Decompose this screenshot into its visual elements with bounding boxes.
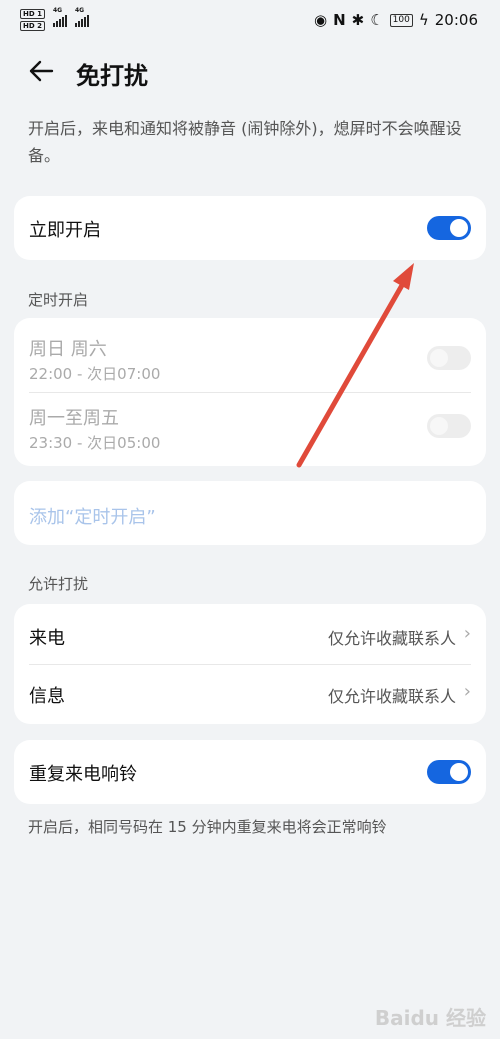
- immediate-enable-label: 立即开启: [29, 220, 101, 241]
- hd-badge-1: HD 1: [20, 9, 45, 19]
- nfc-icon: N: [333, 11, 346, 29]
- network-type-sim2: 4G: [74, 7, 85, 14]
- chevron-right-icon: ›: [463, 681, 471, 702]
- add-scheduled-button[interactable]: 添加“定时开启”: [14, 481, 486, 545]
- immediate-enable-card[interactable]: 立即开启: [14, 196, 486, 260]
- network-type-sim1: 4G: [52, 7, 63, 14]
- allow-messages-value: 仅允许收藏联系人: [327, 687, 456, 706]
- toggle-knob: [430, 417, 448, 435]
- toggle-knob: [450, 219, 468, 237]
- allow-messages-row[interactable]: 信息 仅允许收藏联系人 ›: [14, 664, 486, 724]
- back-arrow-icon[interactable]: [28, 58, 54, 84]
- moon-icon: ☾: [370, 11, 384, 29]
- hd-badge-2: HD 2: [20, 21, 45, 31]
- scheduled-time: 22:00 - 次日07:00: [29, 365, 161, 383]
- allow-calls-value: 仅允许收藏联系人: [327, 629, 456, 648]
- repeat-call-footnote: 开启后，相同号码在 15 分钟内重复来电将会正常响铃: [28, 818, 387, 836]
- scheduled-toggle-weekend[interactable]: [427, 346, 471, 370]
- scheduled-card: 周日 周六 22:00 - 次日07:00 周一至周五 23:30 - 次日05…: [14, 318, 486, 466]
- description-text: 开启后，来电和通知将被静音 (闹钟除外)，熄屏时不会唤醒设备。: [28, 119, 462, 165]
- allow-card: 来电 仅允许收藏联系人 › 信息 仅允许收藏联系人 ›: [14, 604, 486, 724]
- allow-calls-row[interactable]: 来电 仅允许收藏联系人 ›: [14, 604, 486, 664]
- hd-indicators: HD 1 HD 2: [20, 9, 45, 31]
- status-bar-left: HD 1 HD 2 4G 4G: [20, 7, 89, 31]
- allow-calls-label: 来电: [29, 628, 65, 649]
- allow-messages-label: 信息: [29, 686, 65, 707]
- scheduled-days: 周日 周六: [29, 339, 107, 360]
- battery-icon: 100: [389, 13, 413, 27]
- repeat-call-toggle[interactable]: [427, 760, 471, 784]
- status-bar: HD 1 HD 2 4G 4G ◉ N ✱ ☾ 100 ϟ 20:06: [0, 0, 500, 40]
- repeat-call-card[interactable]: 重复来电响铃: [14, 740, 486, 804]
- charging-icon: ϟ: [418, 11, 429, 29]
- scheduled-item-weekdays[interactable]: 周一至周五 23:30 - 次日05:00: [14, 392, 486, 466]
- scheduled-time: 23:30 - 次日05:00: [29, 434, 161, 452]
- repeat-call-label: 重复来电响铃: [29, 764, 137, 785]
- immediate-enable-toggle[interactable]: [427, 216, 471, 240]
- signal-icon-sim1: 4G: [52, 7, 67, 27]
- chevron-right-icon: ›: [463, 623, 471, 644]
- eye-icon: ◉: [313, 11, 328, 29]
- scheduled-toggle-weekdays[interactable]: [427, 414, 471, 438]
- signal-icon-sim2: 4G: [74, 7, 89, 27]
- clock-time: 20:06: [434, 11, 478, 29]
- add-scheduled-label: 添加“定时开启”: [29, 507, 156, 528]
- status-bar-right: ◉ N ✱ ☾ 100 ϟ 20:06: [314, 11, 478, 29]
- allow-section-title: 允许打扰: [28, 575, 89, 593]
- scheduled-item-weekend[interactable]: 周日 周六 22:00 - 次日07:00: [14, 318, 486, 392]
- watermark-logo: Baidu 经验: [374, 1006, 486, 1030]
- toggle-knob: [450, 763, 468, 781]
- bluetooth-icon: ✱: [351, 11, 365, 29]
- toggle-knob: [430, 349, 448, 367]
- page-title: 免打扰: [76, 62, 148, 90]
- scheduled-days: 周一至周五: [29, 408, 119, 429]
- title-bar: 免打扰: [0, 48, 500, 98]
- scheduled-section-title: 定时开启: [28, 291, 89, 309]
